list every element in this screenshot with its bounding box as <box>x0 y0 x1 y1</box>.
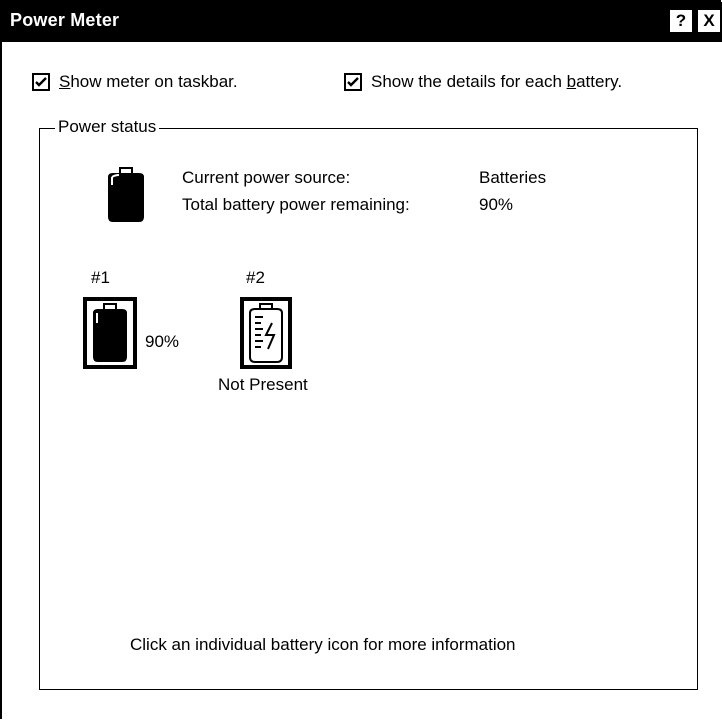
battery-1-button[interactable] <box>83 297 137 369</box>
show-meter-checkbox[interactable] <box>32 73 50 91</box>
show-details-checkbox[interactable] <box>344 73 362 91</box>
title-bar: Power Meter ? X <box>2 2 722 42</box>
battery-icon <box>108 167 144 222</box>
battery-2-status: Not Present <box>218 375 308 394</box>
close-button[interactable]: X <box>698 10 720 32</box>
show-meter-option[interactable]: Show meter on taskbar. <box>32 70 238 94</box>
battery-not-present-icon <box>249 303 283 363</box>
battery-2-button[interactable] <box>240 297 292 369</box>
battery-full-icon <box>93 303 127 362</box>
show-meter-label: Show meter on taskbar. <box>59 72 238 91</box>
show-details-option[interactable]: Show the details for each battery. <box>344 70 622 94</box>
battery-remaining-value: 90% <box>479 195 514 214</box>
show-details-label: Show the details for each battery. <box>371 72 623 91</box>
checkmark-icon <box>347 77 359 87</box>
battery-1-number: #1 <box>91 268 110 287</box>
battery-remaining-label: Total battery power remaining: <box>182 195 410 214</box>
power-source-label: Current power source: <box>182 168 351 187</box>
power-meter-window: Power Meter ? X Show meter on taskbar. S… <box>0 0 722 719</box>
checkmark-icon <box>35 77 47 87</box>
help-button[interactable]: ? <box>670 10 692 32</box>
power-status-group-label: Power status <box>55 117 160 137</box>
battery-1-status: 90% <box>145 332 180 351</box>
battery-2-number: #2 <box>246 268 265 287</box>
power-source-value: Batteries <box>479 168 547 187</box>
window-title: Power Meter <box>10 10 120 30</box>
hint-text: Click an individual battery icon for mor… <box>130 635 516 654</box>
